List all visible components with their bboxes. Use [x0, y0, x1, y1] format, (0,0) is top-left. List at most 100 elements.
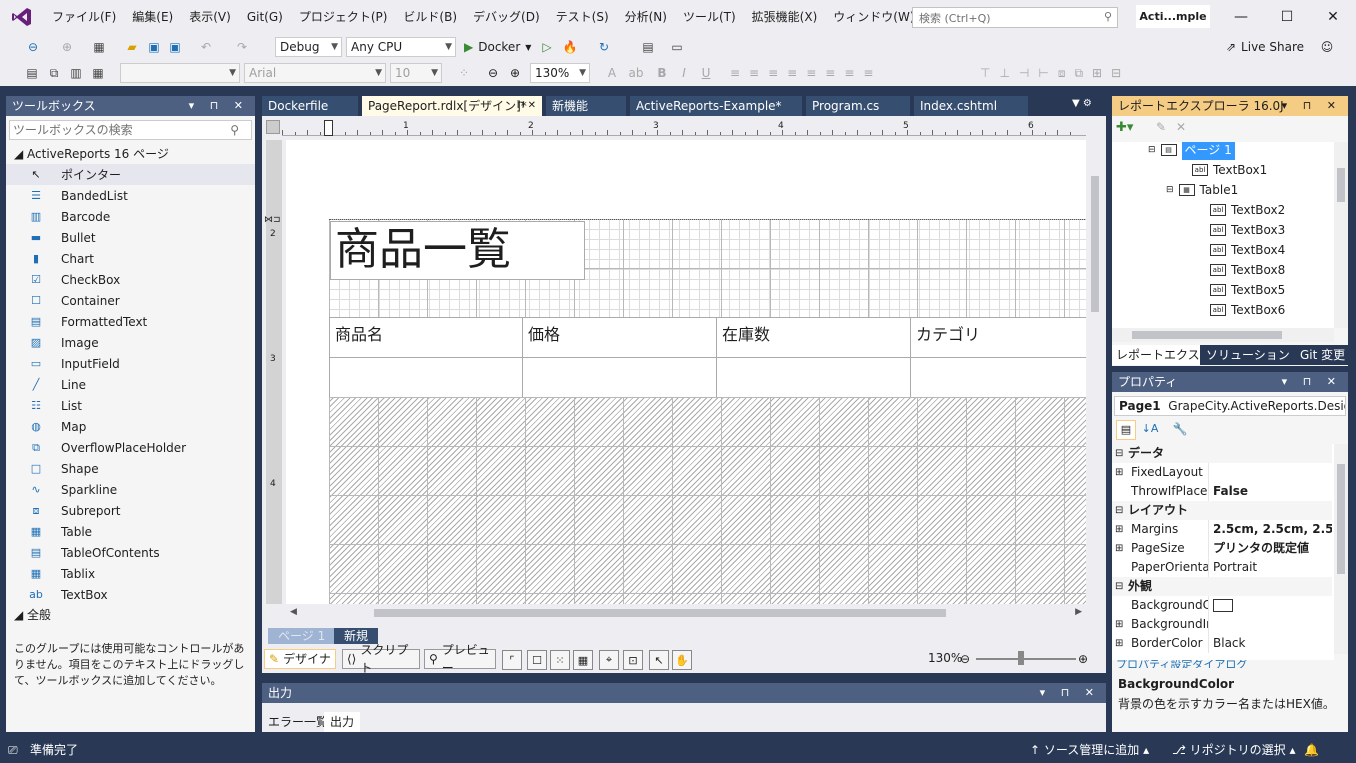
style-select[interactable]: ▼: [120, 63, 240, 83]
table-header-cell[interactable]: 商品名: [329, 318, 523, 358]
doc-tab-0[interactable]: Dockerfile: [262, 96, 358, 116]
property-row[interactable]: Margins ⊞ 2.5cm, 2.5cm, 2.5cm,: [1112, 520, 1332, 539]
zoom-select[interactable]: 130% ▼: [530, 63, 590, 83]
explorer-tab-0[interactable]: レポートエクスプ...: [1112, 345, 1200, 365]
property-category[interactable]: ⊟ 外観: [1112, 577, 1332, 596]
toolbox-item-inputfield[interactable]: ▭ InputField: [6, 353, 255, 374]
zoom-slider[interactable]: ⊖ ⊕: [960, 651, 1090, 667]
property-row[interactable]: PageSize ⊞ プリンタの既定値: [1112, 539, 1332, 558]
toolbox-item-overflowplaceholder[interactable]: ⧉ OverflowPlaceHolder: [6, 437, 255, 458]
select-mode-icon[interactable]: ⌜: [502, 650, 522, 670]
vertical-scrollbar[interactable]: [1088, 140, 1104, 604]
toolbox-item-bullet[interactable]: ▬ Bullet: [6, 227, 255, 248]
property-value[interactable]: [1208, 463, 1332, 482]
property-value[interactable]: [1208, 615, 1332, 634]
collapse-icon[interactable]: ⊟: [1166, 180, 1174, 200]
edit-icon[interactable]: ✎: [1156, 120, 1166, 134]
property-row[interactable]: BackgroundCc: [1112, 596, 1332, 615]
tree-node-textbox8[interactable]: abl TextBox8: [1210, 260, 1285, 280]
tree-node-textbox5[interactable]: abl TextBox5: [1210, 280, 1285, 300]
snap-lines-icon[interactable]: ⌖: [599, 650, 619, 670]
tree-node-textbox1[interactable]: abl TextBox1: [1192, 160, 1267, 180]
refresh-icon[interactable]: ↻: [596, 38, 612, 56]
grid-icon[interactable]: ▦: [573, 650, 593, 670]
collapse-icon[interactable]: ⊟: [1112, 577, 1126, 596]
table-detail-cell[interactable]: [523, 358, 717, 398]
menu-item-1[interactable]: 編集(E): [124, 0, 181, 34]
minimize-button[interactable]: —: [1218, 0, 1264, 34]
wrench-icon[interactable]: 🔧: [1170, 420, 1190, 440]
run-docker-button[interactable]: ▶ Docker ▼: [464, 38, 544, 56]
delete-icon[interactable]: ✕: [1176, 120, 1186, 134]
new-project-icon[interactable]: ▦: [90, 38, 108, 56]
tree-hscroll[interactable]: [1112, 328, 1334, 342]
property-value[interactable]: False: [1208, 482, 1332, 501]
tree-node-table1[interactable]: ⊟ ▦ Table1: [1166, 180, 1238, 200]
menu-item-9[interactable]: ツール(T): [675, 0, 744, 34]
platform-select[interactable]: Any CPU ▼: [346, 37, 456, 57]
layout-align-icons[interactable]: ⊤⊥⊣⊢⧈⧉⊞⊟: [980, 64, 1190, 82]
toolbox-item-chart[interactable]: ▮ Chart: [6, 248, 255, 269]
browser-icon[interactable]: ▤: [640, 38, 656, 56]
panel-controls-icon[interactable]: ▾ ⊓ ✕: [1282, 96, 1342, 116]
toolbox-item-textbox[interactable]: ab TextBox: [6, 584, 255, 605]
toolbox-item-tablix[interactable]: ▦ Tablix: [6, 563, 255, 584]
tree-node-textbox4[interactable]: abl TextBox4: [1210, 240, 1285, 260]
toolbox-item-map[interactable]: ◍ Map: [6, 416, 255, 437]
collapse-icon[interactable]: ⊟: [1148, 142, 1156, 160]
tree-node-textbox2[interactable]: abl TextBox2: [1210, 200, 1285, 220]
zoom-in-icon[interactable]: ⊕: [506, 64, 524, 82]
explorer-tab-1[interactable]: ソリューション エ...: [1202, 345, 1294, 365]
menu-item-7[interactable]: テスト(S): [548, 0, 617, 34]
doc-tab-2[interactable]: 新機能: [546, 96, 626, 116]
configuration-select[interactable]: Debug ▼: [275, 37, 342, 57]
toolbox-item-tableofcontents[interactable]: ▤ TableOfContents: [6, 542, 255, 563]
box-icon[interactable]: ☐: [527, 650, 547, 670]
props-vscroll[interactable]: [1334, 444, 1348, 654]
report-title-textbox[interactable]: 商品一覧: [330, 221, 585, 280]
hot-reload-icon[interactable]: 🔥: [562, 38, 578, 56]
expand-icon[interactable]: ⊞: [1115, 634, 1123, 653]
property-value[interactable]: Black: [1208, 634, 1332, 653]
close-button[interactable]: ✕: [1310, 0, 1356, 34]
maximize-button[interactable]: ☐: [1264, 0, 1310, 34]
spellcheck-icon[interactable]: ab: [628, 64, 644, 82]
tab-page1[interactable]: ページ 1: [268, 628, 336, 644]
report-canvas[interactable]: 商品一覧 商品名 価格 在庫数 カテゴリ: [286, 140, 1086, 604]
toolbox-item-shape[interactable]: □ Shape: [6, 458, 255, 479]
save-all-icon[interactable]: ▣: [167, 38, 183, 56]
visual-studio-logo[interactable]: [0, 0, 44, 34]
doc-tab-4[interactable]: Program.cs: [806, 96, 910, 116]
preview-button[interactable]: ⚲ プレビュー: [424, 643, 496, 675]
expand-icon[interactable]: ⊞: [1115, 539, 1123, 558]
script-button[interactable]: ⟨⟩ スクリプト: [342, 643, 420, 675]
bold-icon[interactable]: B: [656, 64, 668, 82]
save-icon[interactable]: ▣: [146, 38, 162, 56]
redo-icon[interactable]: ↷: [234, 38, 250, 56]
explorer-tab-2[interactable]: Git 変更: [1296, 345, 1348, 365]
panel-controls-icon[interactable]: ▾ ⊓ ✕: [189, 96, 249, 116]
zoom-out-icon[interactable]: ⊖: [484, 64, 502, 82]
format-icon[interactable]: A: [604, 64, 620, 82]
property-value[interactable]: 2.5cm, 2.5cm, 2.5cm,: [1208, 520, 1332, 539]
menu-item-4[interactable]: プロジェクト(P): [291, 0, 396, 34]
table-detail-cell[interactable]: [911, 358, 1086, 398]
property-row[interactable]: BorderColor ⊞ Black: [1112, 634, 1332, 653]
panel-controls-icon[interactable]: ▾ ⊓ ✕: [1040, 683, 1100, 703]
undo-icon[interactable]: ↶: [198, 38, 214, 56]
snap-icon[interactable]: ⁘: [456, 64, 472, 82]
notifications-icon[interactable]: 🔔: [1304, 738, 1319, 763]
expand-icon[interactable]: ⊞: [1115, 463, 1123, 482]
toolbox-item-ポインター[interactable]: ↖ ポインター: [6, 164, 255, 185]
tree-node-textbox3[interactable]: abl TextBox3: [1210, 220, 1285, 240]
snap-grid-icon[interactable]: ⊡: [623, 650, 643, 670]
property-category[interactable]: ⊟ レイアウト: [1112, 501, 1332, 520]
table-detail-cell[interactable]: [717, 358, 911, 398]
report-icon-4[interactable]: ▦: [90, 64, 106, 82]
property-value[interactable]: プリンタの既定値: [1208, 539, 1332, 558]
layout-icon[interactable]: ▭: [668, 38, 686, 56]
report-icon-2[interactable]: ⧉: [46, 64, 62, 82]
add-icon[interactable]: ✚▾: [1116, 120, 1133, 135]
property-row[interactable]: FixedLayout ⊞: [1112, 463, 1332, 482]
forward-icon[interactable]: ⊕: [58, 38, 76, 56]
